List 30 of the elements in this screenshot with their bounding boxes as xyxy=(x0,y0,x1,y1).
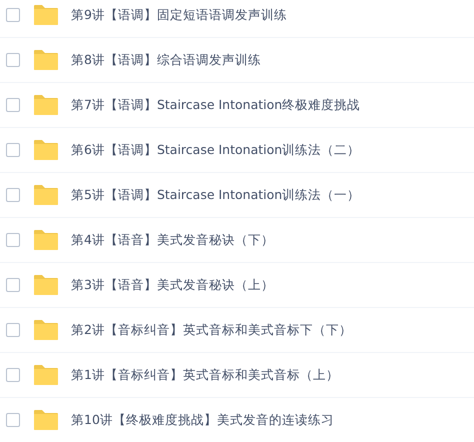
checkbox[interactable] xyxy=(6,368,20,382)
folder-icon xyxy=(33,319,59,341)
checkbox[interactable] xyxy=(6,278,20,292)
file-name[interactable]: 第7讲【语调】Staircase Intonation终极难度挑战 xyxy=(71,96,360,114)
file-name[interactable]: 第6讲【语调】Staircase Intonation训练法（二） xyxy=(71,142,360,158)
checkbox[interactable] xyxy=(6,98,20,112)
file-name[interactable]: 第4讲【语音】美式发音秘诀（下） xyxy=(71,232,274,248)
folder-icon xyxy=(33,274,59,296)
checkbox[interactable] xyxy=(6,233,20,247)
folder-icon xyxy=(33,4,59,26)
folder-icon xyxy=(33,229,59,251)
checkbox[interactable] xyxy=(6,323,20,337)
file-name[interactable]: 第2讲【音标纠音】英式音标和美式音标下（下） xyxy=(71,322,352,338)
folder-icon xyxy=(33,94,59,116)
folder-icon xyxy=(33,139,59,161)
file-name[interactable]: 第1讲【音标纠音】英式音标和美式音标（上） xyxy=(71,366,339,384)
file-name[interactable]: 第9讲【语调】固定短语语调发声训练 xyxy=(71,6,287,24)
folder-icon xyxy=(33,409,59,431)
file-name[interactable]: 第3讲【语音】美式发音秘诀（上） xyxy=(71,276,274,294)
file-name[interactable]: 第10讲【终极难度挑战】美式发音的连读练习 xyxy=(71,412,334,428)
file-name[interactable]: 第5讲【语调】Staircase Intonation训练法（一） xyxy=(71,186,360,204)
folder-icon xyxy=(33,184,59,206)
folder-icon xyxy=(33,49,59,71)
checkbox[interactable] xyxy=(6,53,20,67)
folder-icon xyxy=(33,364,59,386)
checkbox[interactable] xyxy=(6,8,20,22)
checkbox[interactable] xyxy=(6,143,20,157)
file-name[interactable]: 第8讲【语调】综合语调发声训练 xyxy=(71,52,261,68)
checkbox[interactable] xyxy=(6,413,20,427)
checkbox[interactable] xyxy=(6,188,20,202)
